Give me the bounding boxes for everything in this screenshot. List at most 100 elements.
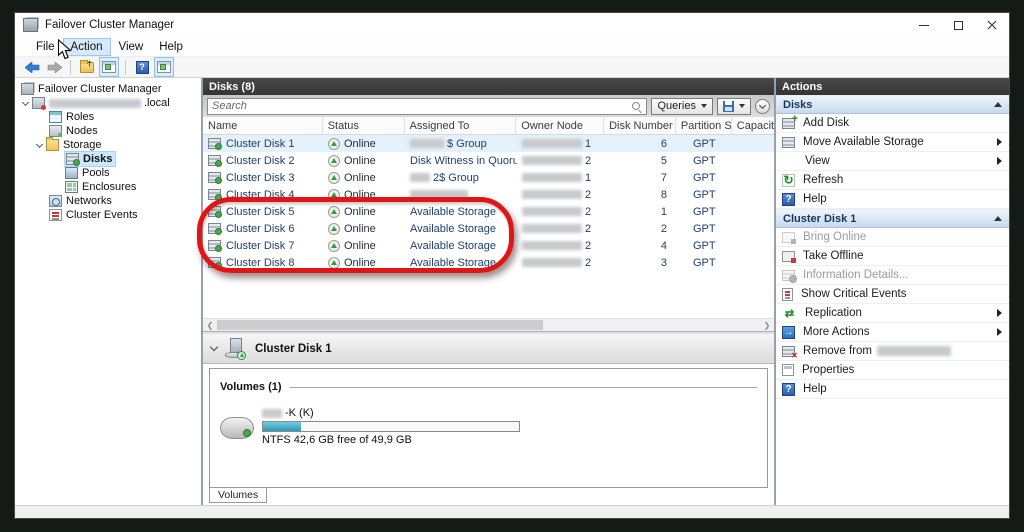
disk-number: 4 <box>605 237 677 254</box>
action-refresh[interactable]: ↻ Refresh <box>776 171 1009 190</box>
show-action-pane-button[interactable] <box>155 58 173 76</box>
menu-file[interactable]: File <box>29 39 62 55</box>
cluster-disk-icon <box>208 155 221 166</box>
tree-item-enclosures[interactable]: Enclosures <box>15 180 201 194</box>
scroll-right-arrow[interactable]: ❯ <box>760 319 774 331</box>
table-row[interactable]: Cluster Disk 3 Online 2$ Group 1 7 GPT <box>203 169 774 186</box>
action-label: Help <box>803 383 827 395</box>
refresh-icon: ↻ <box>782 174 795 187</box>
column-header-partition-style[interactable]: Partition Style <box>676 117 732 134</box>
tree-item-storage[interactable]: Storage <box>15 138 201 152</box>
action-show-critical-events[interactable]: Show Critical Events <box>776 285 1009 304</box>
action-move-available-storage[interactable]: Move Available Storage <box>776 133 1009 152</box>
action-label: Show Critical Events <box>801 288 906 300</box>
chevron-expanded-icon[interactable] <box>36 140 43 147</box>
action-take-offline[interactable]: Take Offline <box>776 247 1009 266</box>
column-header-assigned-to[interactable]: Assigned To <box>405 117 517 134</box>
disk-number: 2 <box>605 220 677 237</box>
collapse-icon[interactable] <box>994 102 1002 107</box>
console-tree: Failover Cluster Manager .local Roles No… <box>15 78 203 505</box>
maximize-button[interactable] <box>941 13 975 37</box>
show-console-tree-button[interactable] <box>100 58 118 76</box>
scroll-left-arrow[interactable]: ❮ <box>203 319 217 331</box>
table-row[interactable]: Cluster Disk 4 Online 2 8 GPT <box>203 186 774 203</box>
queries-dropdown[interactable]: Queries <box>651 98 713 115</box>
horizontal-scrollbar[interactable]: ❮ ❯ <box>203 318 774 331</box>
tab-volumes[interactable]: Volumes <box>209 487 267 503</box>
redacted-text <box>410 190 468 199</box>
table-header: Name Status Assigned To Owner Node Disk … <box>203 117 774 135</box>
toolbar-help-button[interactable]: ? <box>133 58 151 76</box>
scrollbar-thumb[interactable] <box>217 320 543 330</box>
partition-style: GPT <box>677 237 733 254</box>
expand-search-button[interactable] <box>755 99 770 114</box>
search-input[interactable] <box>212 100 631 112</box>
action-label: Information Details... <box>803 269 908 281</box>
column-header-name[interactable]: Name <box>203 117 323 134</box>
menu-help[interactable]: Help <box>152 39 190 55</box>
tree-item-cluster-events[interactable]: Cluster Events <box>15 208 201 222</box>
table-row[interactable]: Cluster Disk 1 Online $ Group 1 6 GPT <box>203 135 774 152</box>
action-information-details: Information Details... <box>776 266 1009 285</box>
table-row[interactable]: Cluster Disk 6 Online Available Storage … <box>203 220 774 237</box>
action-properties[interactable]: Properties <box>776 361 1009 380</box>
cluster-disk-large-icon <box>225 338 247 360</box>
disk-name: Cluster Disk 7 <box>226 240 294 252</box>
action-replication[interactable]: ⇄ Replication <box>776 304 1009 323</box>
screenshot-stage: Failover Cluster Manager File Action Vie… <box>0 0 1024 532</box>
collapse-icon[interactable] <box>994 216 1002 221</box>
redacted-text <box>522 173 582 182</box>
search-box[interactable] <box>207 98 647 115</box>
menu-action[interactable]: Action <box>64 39 110 55</box>
redacted-text <box>522 258 582 267</box>
tree-item-disks[interactable]: Disks <box>15 152 201 166</box>
close-button[interactable] <box>975 13 1009 37</box>
tree-root[interactable]: Failover Cluster Manager <box>15 82 201 96</box>
chevron-down-icon[interactable] <box>210 343 218 351</box>
chevron-expanded-icon[interactable] <box>22 98 29 105</box>
actions-group-disks[interactable]: Disks <box>776 95 1009 114</box>
action-view[interactable]: View <box>776 152 1009 171</box>
tree-cluster-node[interactable]: .local <box>15 96 201 110</box>
column-header-status[interactable]: Status <box>323 117 405 134</box>
cluster-disk-icon <box>208 138 221 149</box>
disks-panel-header: Disks (8) <box>203 78 774 95</box>
column-header-owner-node[interactable]: Owner Node <box>516 117 604 134</box>
action-more-actions[interactable]: → More Actions <box>776 323 1009 342</box>
action-help[interactable]: ? Help <box>776 190 1009 209</box>
table-row[interactable]: Cluster Disk 8 Online Available Storage … <box>203 254 774 271</box>
disk-name: Cluster Disk 5 <box>226 206 294 218</box>
action-pane-icon <box>157 61 171 73</box>
table-row[interactable]: Cluster Disk 5 Online Available Storage … <box>203 203 774 220</box>
table-row[interactable]: Cluster Disk 7 Online Available Storage … <box>203 237 774 254</box>
minimize-button[interactable] <box>907 13 941 37</box>
tree-item-roles[interactable]: Roles <box>15 110 201 124</box>
actions-group-cluster-disk-1[interactable]: Cluster Disk 1 <box>776 209 1009 228</box>
action-label: Move Available Storage <box>803 136 924 148</box>
details-header[interactable]: Cluster Disk 1 <box>203 334 774 364</box>
column-header-capacity[interactable]: Capacit <box>732 117 774 134</box>
forward-button[interactable] <box>45 58 63 76</box>
action-add-disk[interactable]: Add Disk <box>776 114 1009 133</box>
up-one-level-button[interactable] <box>78 58 96 76</box>
disk-name: Cluster Disk 2 <box>226 155 294 167</box>
scrollbar-track[interactable] <box>217 319 760 331</box>
disk-name: Cluster Disk 4 <box>226 189 294 201</box>
tree-label: Cluster Events <box>66 209 138 221</box>
status-label: Online <box>344 240 376 252</box>
volume-item[interactable]: -K (K) NTFS 42,6 GB free of 49,9 GB <box>220 407 757 446</box>
pools-icon <box>65 167 78 179</box>
save-query-dropdown[interactable] <box>717 98 751 115</box>
cluster-disk-icon <box>208 240 221 251</box>
tree-item-nodes[interactable]: Nodes <box>15 124 201 138</box>
tree-item-pools[interactable]: Pools <box>15 166 201 180</box>
redacted-text <box>522 241 582 250</box>
table-row[interactable]: Cluster Disk 2 Online Disk Witness in Qu… <box>203 152 774 169</box>
status-bar <box>15 505 1009 518</box>
column-header-disk-number[interactable]: Disk Number <box>604 117 676 134</box>
action-remove-from[interactable]: Remove from <box>776 342 1009 361</box>
tree-item-networks[interactable]: Networks <box>15 194 201 208</box>
menu-view[interactable]: View <box>112 39 151 55</box>
back-button[interactable] <box>23 58 41 76</box>
action-help-2[interactable]: ? Help <box>776 380 1009 399</box>
